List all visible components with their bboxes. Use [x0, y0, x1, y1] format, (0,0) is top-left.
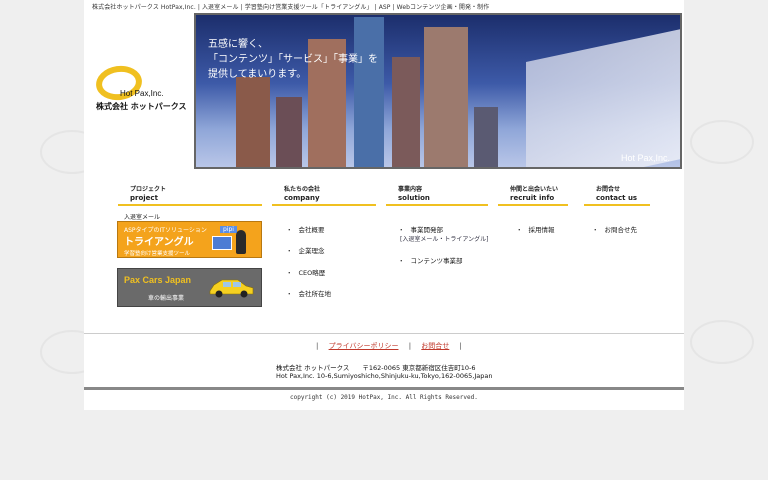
nav-heading-project-jp: プロジェクト — [130, 186, 167, 193]
contact-link[interactable]: ・お問合せ先 — [592, 224, 637, 234]
nav-heading-contact[interactable]: お問合せ contact us — [584, 184, 650, 206]
paxcars-banner-title: Pax Cars Japan — [124, 275, 192, 285]
background-swirl — [690, 120, 754, 164]
nav-heading-solution-jp: 事業内容 — [398, 186, 423, 193]
nav-heading-solution[interactable]: 事業内容 solution — [386, 184, 488, 206]
copyright-text: copyright (c) 2019 HotPax, Inc. All Righ… — [290, 394, 478, 401]
monitor-icon — [212, 236, 232, 250]
nav-heading-recruit[interactable]: 仲間と出会いたい recruit info — [498, 184, 568, 206]
nav-underline — [584, 204, 650, 206]
address-english: Hot Pax,Inc. 10-6,Sumiyoshicho,Shinjuku-… — [276, 372, 493, 380]
company-link[interactable]: ・会社所在地 — [286, 288, 331, 298]
background-swirl — [690, 320, 754, 364]
hero-image: 五感に響く、 「コンテンツ」「サービス」「事業」を 提供してまいります。 Hot… — [194, 13, 682, 169]
footer-separator: | — [459, 342, 462, 350]
nav-heading-project-en: project — [130, 194, 158, 202]
solution-link-dept2[interactable]: ・コンテンツ事業部 — [398, 255, 463, 265]
logo-name: Hot Pax,Inc. — [120, 89, 164, 98]
company-link-label: 会社概要 — [298, 226, 325, 234]
footer-divider — [84, 333, 684, 334]
nav-underline — [118, 204, 262, 206]
hero-line-3: 提供してまいります。 — [208, 69, 307, 80]
copyright-bar — [84, 387, 684, 390]
triangle-banner-title: トライアングル — [124, 237, 194, 248]
solution-link-dept1[interactable]: ・事業開発部 — [398, 224, 443, 234]
triangle-banner-label: 入退室メール — [124, 214, 161, 221]
nav-heading-company-en: company — [284, 194, 320, 202]
hero-line-1: 五感に響く、 — [208, 39, 268, 50]
building-graphic — [474, 107, 498, 167]
nav-heading-project[interactable]: プロジェクト project — [118, 184, 262, 206]
recruit-link-label: 採用情報 — [528, 226, 555, 234]
logo-japanese-name: 株式会社 ホットパークス — [96, 102, 187, 111]
inquiry-link[interactable]: お問合せ — [421, 342, 449, 350]
footer-separator: | — [408, 342, 412, 350]
company-link-label: 会社所在地 — [298, 290, 332, 298]
contact-link-label: お問合せ先 — [604, 226, 638, 234]
nav-heading-recruit-en: recruit info — [510, 194, 555, 202]
company-link[interactable]: ・企業理念 — [286, 245, 325, 255]
nav-underline — [498, 204, 568, 206]
footer-links: | プライバシーポリシー | お問合せ | — [316, 341, 462, 351]
company-link[interactable]: ・ CEO略歴 — [286, 267, 325, 277]
company-logo[interactable]: Hot Pax,Inc. 株式会社 ホットパークス — [93, 62, 196, 116]
solution-link-label: 事業開発部 — [410, 226, 444, 234]
car-icon — [209, 279, 254, 298]
triangle-banner-subtitle: 学習塾向け営業支援ツール — [124, 251, 191, 257]
solution-link-label: コンテンツ事業部 — [410, 257, 463, 265]
paxcars-banner-subtitle: 車の輸出事業 — [148, 295, 185, 302]
company-link-label: CEO略歴 — [298, 269, 326, 277]
recruit-link[interactable]: ・採用情報 — [516, 224, 555, 234]
nav-underline — [386, 204, 488, 206]
building-graphic — [276, 97, 302, 167]
company-link[interactable]: ・会社概要 — [286, 224, 325, 234]
hero-brand: Hot Pax,Inc. — [620, 153, 670, 163]
triangle-banner[interactable]: ASPタイプのITソリューション トライアングル 学習塾向け営業支援ツール pi… — [117, 221, 262, 258]
nav-heading-solution-en: solution — [398, 194, 430, 202]
header-tagline: 株式会社ホットパークス HotPax,Inc. | 入退室メール | 学習塾向け… — [92, 4, 490, 11]
footer-separator: | — [316, 342, 319, 350]
solution-dept1-note: [入退室メール・トライアングル] — [400, 236, 489, 243]
nav-heading-contact-en: contact us — [596, 194, 638, 202]
hero-line-2: 「コンテンツ」「サービス」「事業」を — [208, 54, 378, 65]
pipi-tag: pipi — [220, 226, 237, 233]
nav-heading-recruit-jp: 仲間と出会いたい — [510, 186, 559, 193]
building-graphic — [392, 57, 420, 167]
nav-underline — [272, 204, 376, 206]
building-graphic — [424, 27, 468, 167]
address-japanese: 株式会社 ホットパークス 〒162-0065 東京都新宿区住吉町10-6 — [276, 364, 476, 372]
nav-heading-contact-jp: お問合せ — [596, 186, 621, 193]
paxcars-banner[interactable]: Pax Cars Japan 車の輸出事業 — [117, 268, 262, 307]
nav-heading-company[interactable]: 私たちの会社 company — [272, 184, 376, 206]
company-link-label: 企業理念 — [298, 247, 325, 255]
hero-message: 五感に響く、 「コンテンツ」「サービス」「事業」を 提供してまいります。 — [208, 37, 378, 82]
nav-heading-company-jp: 私たちの会社 — [284, 186, 321, 193]
document-pen-graphic — [526, 27, 680, 167]
building-graphic — [236, 77, 270, 167]
person-icon — [236, 230, 246, 254]
privacy-policy-link[interactable]: プライバシーポリシー — [329, 342, 399, 350]
